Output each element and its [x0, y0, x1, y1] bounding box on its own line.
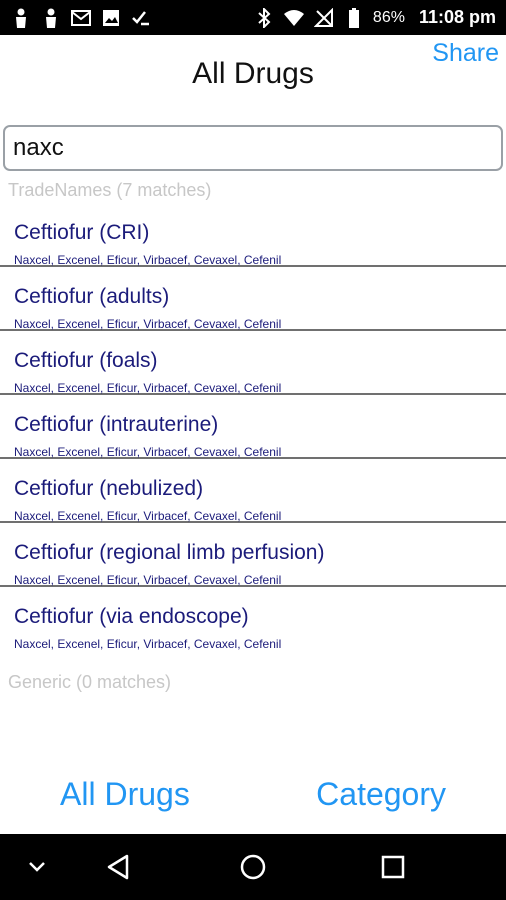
share-button[interactable]: Share — [432, 39, 499, 68]
chevron-down-icon[interactable] — [17, 847, 57, 887]
list-item[interactable]: Ceftiofur (adults) Naxcel, Excenel, Efic… — [0, 267, 506, 331]
no-signal-icon — [313, 7, 335, 29]
list-item[interactable]: Ceftiofur (foals) Naxcel, Excenel, Eficu… — [0, 331, 506, 395]
item-subtitle: Naxcel, Excenel, Eficur, Virbacef, Cevax… — [14, 381, 282, 395]
bluetooth-icon — [253, 7, 275, 29]
item-title: Ceftiofur (nebulized) — [14, 477, 204, 500]
results-list: Ceftiofur (CRI) Naxcel, Excenel, Eficur,… — [0, 203, 506, 651]
item-subtitle: Naxcel, Excenel, Eficur, Virbacef, Cevax… — [14, 637, 282, 651]
back-icon[interactable] — [98, 847, 138, 887]
item-title: Ceftiofur (CRI) — [14, 221, 150, 244]
list-item[interactable]: Ceftiofur (nebulized) Naxcel, Excenel, E… — [0, 459, 506, 523]
page-title: All Drugs — [192, 57, 314, 90]
status-bar: 86% 11:08 pm — [0, 0, 506, 35]
generic-section-label: Generic (0 matches) — [8, 672, 172, 692]
check-list-icon — [130, 7, 152, 29]
battery-level: 86% — [372, 8, 405, 26]
list-item[interactable]: Ceftiofur (CRI) Naxcel, Excenel, Eficur,… — [0, 203, 506, 267]
home-icon[interactable] — [233, 847, 273, 887]
person-icon — [10, 7, 32, 29]
search-input[interactable] — [3, 125, 503, 171]
item-subtitle: Naxcel, Excenel, Eficur, Virbacef, Cevax… — [14, 445, 282, 459]
tradenames-section-label: TradeNames (7 matches) — [8, 180, 212, 200]
item-title: Ceftiofur (regional limb perfusion) — [14, 541, 325, 564]
person-icon — [40, 7, 62, 29]
status-bar-notifications — [10, 0, 152, 35]
item-subtitle: Naxcel, Excenel, Eficur, Virbacef, Cevax… — [14, 253, 282, 267]
item-title: Ceftiofur (intrauterine) — [14, 413, 219, 436]
item-subtitle: Naxcel, Excenel, Eficur, Virbacef, Cevax… — [14, 509, 282, 523]
image-icon — [100, 7, 122, 29]
clock: 11:08 pm — [418, 7, 496, 27]
item-title: Ceftiofur (foals) — [14, 349, 158, 372]
status-bar-system: 86% 11:08 pm — [253, 0, 496, 35]
list-item[interactable]: Ceftiofur (via endoscope) Naxcel, Excene… — [0, 587, 506, 651]
item-title: Ceftiofur (adults) — [14, 285, 170, 308]
item-title: Ceftiofur (via endoscope) — [14, 605, 249, 628]
mail-icon — [70, 7, 92, 29]
battery-icon — [343, 7, 365, 29]
recents-icon[interactable] — [373, 847, 413, 887]
tab-all-drugs[interactable]: All Drugs — [60, 776, 190, 813]
bottom-tab-bar: All Drugs Category — [0, 768, 506, 832]
app-header: All Drugs Share — [0, 35, 506, 120]
list-item[interactable]: Ceftiofur (regional limb perfusion) Naxc… — [0, 523, 506, 587]
item-subtitle: Naxcel, Excenel, Eficur, Virbacef, Cevax… — [14, 573, 282, 587]
item-subtitle: Naxcel, Excenel, Eficur, Virbacef, Cevax… — [14, 317, 282, 331]
list-item[interactable]: Ceftiofur (intrauterine) Naxcel, Excenel… — [0, 395, 506, 459]
navigation-bar — [0, 834, 506, 900]
tab-category[interactable]: Category — [316, 776, 446, 813]
wifi-icon — [283, 7, 305, 29]
